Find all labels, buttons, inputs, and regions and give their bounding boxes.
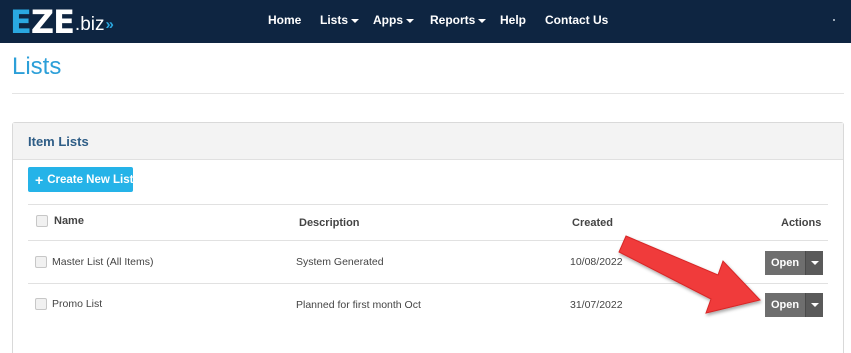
open-button-label[interactable]: Open	[765, 293, 805, 317]
create-new-list-button[interactable]: + Create New List	[28, 167, 133, 192]
caret-down-icon	[478, 18, 487, 23]
column-header-description[interactable]: Description	[299, 217, 360, 229]
nav-help[interactable]: Help	[500, 13, 526, 27]
logo[interactable]: EZE .biz »	[10, 3, 115, 41]
open-button[interactable]: Open	[765, 251, 823, 275]
dot-icon	[833, 19, 835, 21]
row-created: 10/08/2022	[570, 256, 623, 268]
open-button[interactable]: Open	[765, 293, 823, 317]
nav-contact-us[interactable]: Contact Us	[545, 13, 608, 27]
nav-contact-us-label: Contact Us	[545, 13, 609, 27]
nav-reports[interactable]: Reports	[430, 13, 487, 27]
plus-icon: +	[35, 171, 44, 188]
column-header-name[interactable]: Name	[54, 215, 84, 227]
panel-header: Item Lists	[13, 123, 843, 160]
table-header-divider	[28, 240, 828, 241]
nav-apps[interactable]: Apps	[373, 13, 414, 27]
caret-down-icon	[810, 261, 819, 265]
row-checkbox[interactable]	[35, 298, 47, 310]
table-top-border	[28, 204, 828, 205]
row-checkbox[interactable]	[35, 256, 47, 268]
nav-help-label: Help	[500, 13, 527, 27]
select-all-checkbox[interactable]	[36, 215, 48, 227]
column-header-actions: Actions	[781, 217, 822, 229]
logo-main-text: EZE	[10, 3, 75, 41]
row-created: 31/07/2022	[570, 299, 623, 311]
item-lists-panel: Item Lists	[12, 122, 844, 353]
nav-home[interactable]: Home	[268, 13, 301, 27]
open-dropdown-toggle[interactable]	[805, 251, 823, 275]
page-title: Lists	[12, 53, 62, 80]
create-new-list-label: Create New List	[47, 173, 134, 186]
open-button-label[interactable]: Open	[765, 251, 805, 275]
page-divider	[12, 93, 844, 94]
top-navbar: EZE .biz » Home Lists Apps Reports Help …	[0, 0, 851, 43]
row-description: System Generated	[296, 256, 384, 268]
open-dropdown-toggle[interactable]	[805, 293, 823, 317]
nav-lists[interactable]: Lists	[320, 13, 360, 27]
nav-apps-label: Apps	[373, 13, 403, 27]
nav-lists-label: Lists	[320, 13, 349, 27]
row-name[interactable]: Promo List	[52, 298, 102, 310]
row-divider	[28, 283, 828, 284]
caret-down-icon	[351, 18, 360, 23]
caret-down-icon	[810, 303, 819, 307]
logo-arrows-icon: »	[105, 16, 115, 33]
column-header-created[interactable]: Created	[572, 217, 613, 229]
panel-title: Item Lists	[28, 134, 89, 149]
caret-down-icon	[406, 18, 414, 23]
row-description: Planned for first month Oct	[296, 299, 421, 311]
nav-reports-label: Reports	[430, 13, 476, 27]
nav-home-label: Home	[268, 13, 302, 27]
row-name[interactable]: Master List (All Items)	[52, 256, 154, 268]
logo-biz-text: .biz	[74, 14, 105, 35]
